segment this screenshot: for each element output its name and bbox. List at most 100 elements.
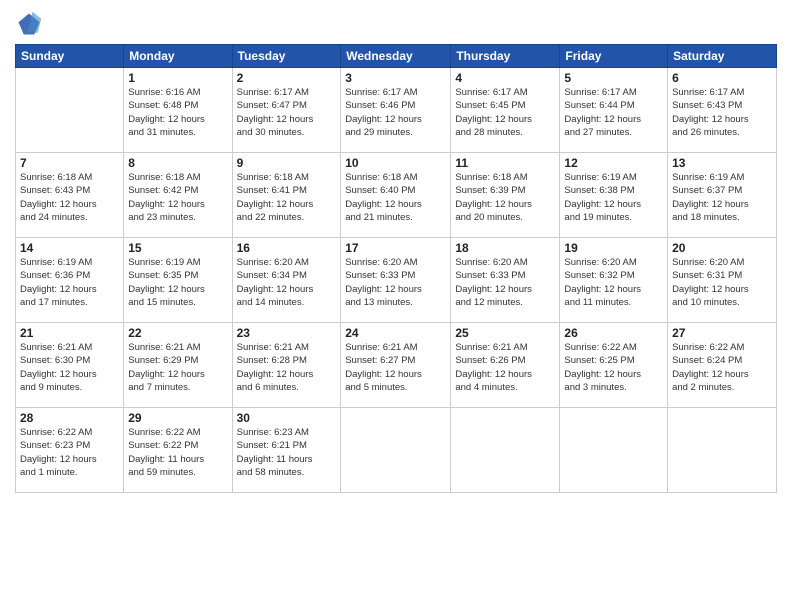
week-row-4: 28Sunrise: 6:22 AM Sunset: 6:23 PM Dayli… bbox=[16, 408, 777, 493]
day-info: Sunrise: 6:21 AM Sunset: 6:29 PM Dayligh… bbox=[128, 341, 227, 394]
day-number: 24 bbox=[345, 326, 446, 340]
day-info: Sunrise: 6:18 AM Sunset: 6:42 PM Dayligh… bbox=[128, 171, 227, 224]
calendar-cell: 9Sunrise: 6:18 AM Sunset: 6:41 PM Daylig… bbox=[232, 153, 341, 238]
day-info: Sunrise: 6:23 AM Sunset: 6:21 PM Dayligh… bbox=[237, 426, 337, 479]
week-row-1: 7Sunrise: 6:18 AM Sunset: 6:43 PM Daylig… bbox=[16, 153, 777, 238]
calendar-cell bbox=[668, 408, 777, 493]
day-info: Sunrise: 6:22 AM Sunset: 6:23 PM Dayligh… bbox=[20, 426, 119, 479]
day-number: 11 bbox=[455, 156, 555, 170]
calendar-cell: 4Sunrise: 6:17 AM Sunset: 6:45 PM Daylig… bbox=[451, 68, 560, 153]
day-number: 3 bbox=[345, 71, 446, 85]
page: Sunday Monday Tuesday Wednesday Thursday… bbox=[0, 0, 792, 612]
day-info: Sunrise: 6:20 AM Sunset: 6:34 PM Dayligh… bbox=[237, 256, 337, 309]
calendar-cell: 2Sunrise: 6:17 AM Sunset: 6:47 PM Daylig… bbox=[232, 68, 341, 153]
header bbox=[15, 10, 777, 38]
header-thursday: Thursday bbox=[451, 45, 560, 68]
day-number: 13 bbox=[672, 156, 772, 170]
calendar-cell: 11Sunrise: 6:18 AM Sunset: 6:39 PM Dayli… bbox=[451, 153, 560, 238]
day-info: Sunrise: 6:20 AM Sunset: 6:32 PM Dayligh… bbox=[564, 256, 663, 309]
calendar-cell: 28Sunrise: 6:22 AM Sunset: 6:23 PM Dayli… bbox=[16, 408, 124, 493]
calendar-cell: 25Sunrise: 6:21 AM Sunset: 6:26 PM Dayli… bbox=[451, 323, 560, 408]
calendar-cell bbox=[560, 408, 668, 493]
day-number: 27 bbox=[672, 326, 772, 340]
day-info: Sunrise: 6:18 AM Sunset: 6:39 PM Dayligh… bbox=[455, 171, 555, 224]
day-info: Sunrise: 6:19 AM Sunset: 6:35 PM Dayligh… bbox=[128, 256, 227, 309]
day-info: Sunrise: 6:22 AM Sunset: 6:24 PM Dayligh… bbox=[672, 341, 772, 394]
calendar-body: 1Sunrise: 6:16 AM Sunset: 6:48 PM Daylig… bbox=[16, 68, 777, 493]
day-number: 9 bbox=[237, 156, 337, 170]
calendar-cell: 10Sunrise: 6:18 AM Sunset: 6:40 PM Dayli… bbox=[341, 153, 451, 238]
calendar-table: Sunday Monday Tuesday Wednesday Thursday… bbox=[15, 44, 777, 493]
day-number: 26 bbox=[564, 326, 663, 340]
day-info: Sunrise: 6:19 AM Sunset: 6:36 PM Dayligh… bbox=[20, 256, 119, 309]
calendar-cell: 23Sunrise: 6:21 AM Sunset: 6:28 PM Dayli… bbox=[232, 323, 341, 408]
calendar-cell: 22Sunrise: 6:21 AM Sunset: 6:29 PM Dayli… bbox=[124, 323, 232, 408]
calendar-cell: 15Sunrise: 6:19 AM Sunset: 6:35 PM Dayli… bbox=[124, 238, 232, 323]
calendar-cell: 14Sunrise: 6:19 AM Sunset: 6:36 PM Dayli… bbox=[16, 238, 124, 323]
day-info: Sunrise: 6:17 AM Sunset: 6:47 PM Dayligh… bbox=[237, 86, 337, 139]
calendar-cell: 19Sunrise: 6:20 AM Sunset: 6:32 PM Dayli… bbox=[560, 238, 668, 323]
week-row-2: 14Sunrise: 6:19 AM Sunset: 6:36 PM Dayli… bbox=[16, 238, 777, 323]
week-row-0: 1Sunrise: 6:16 AM Sunset: 6:48 PM Daylig… bbox=[16, 68, 777, 153]
day-number: 16 bbox=[237, 241, 337, 255]
day-info: Sunrise: 6:19 AM Sunset: 6:38 PM Dayligh… bbox=[564, 171, 663, 224]
day-number: 28 bbox=[20, 411, 119, 425]
calendar-cell: 17Sunrise: 6:20 AM Sunset: 6:33 PM Dayli… bbox=[341, 238, 451, 323]
day-info: Sunrise: 6:17 AM Sunset: 6:43 PM Dayligh… bbox=[672, 86, 772, 139]
day-info: Sunrise: 6:21 AM Sunset: 6:28 PM Dayligh… bbox=[237, 341, 337, 394]
day-number: 19 bbox=[564, 241, 663, 255]
header-monday: Monday bbox=[124, 45, 232, 68]
day-number: 5 bbox=[564, 71, 663, 85]
calendar-cell: 20Sunrise: 6:20 AM Sunset: 6:31 PM Dayli… bbox=[668, 238, 777, 323]
calendar-cell bbox=[16, 68, 124, 153]
calendar-cell: 7Sunrise: 6:18 AM Sunset: 6:43 PM Daylig… bbox=[16, 153, 124, 238]
day-info: Sunrise: 6:17 AM Sunset: 6:46 PM Dayligh… bbox=[345, 86, 446, 139]
day-number: 22 bbox=[128, 326, 227, 340]
day-info: Sunrise: 6:22 AM Sunset: 6:25 PM Dayligh… bbox=[564, 341, 663, 394]
calendar-cell: 1Sunrise: 6:16 AM Sunset: 6:48 PM Daylig… bbox=[124, 68, 232, 153]
calendar-cell: 3Sunrise: 6:17 AM Sunset: 6:46 PM Daylig… bbox=[341, 68, 451, 153]
day-number: 1 bbox=[128, 71, 227, 85]
week-row-3: 21Sunrise: 6:21 AM Sunset: 6:30 PM Dayli… bbox=[16, 323, 777, 408]
day-number: 30 bbox=[237, 411, 337, 425]
day-info: Sunrise: 6:17 AM Sunset: 6:45 PM Dayligh… bbox=[455, 86, 555, 139]
calendar-cell: 6Sunrise: 6:17 AM Sunset: 6:43 PM Daylig… bbox=[668, 68, 777, 153]
day-info: Sunrise: 6:18 AM Sunset: 6:41 PM Dayligh… bbox=[237, 171, 337, 224]
day-number: 6 bbox=[672, 71, 772, 85]
calendar-cell: 27Sunrise: 6:22 AM Sunset: 6:24 PM Dayli… bbox=[668, 323, 777, 408]
calendar-cell: 5Sunrise: 6:17 AM Sunset: 6:44 PM Daylig… bbox=[560, 68, 668, 153]
day-number: 20 bbox=[672, 241, 772, 255]
calendar-cell: 29Sunrise: 6:22 AM Sunset: 6:22 PM Dayli… bbox=[124, 408, 232, 493]
day-info: Sunrise: 6:19 AM Sunset: 6:37 PM Dayligh… bbox=[672, 171, 772, 224]
calendar-cell bbox=[451, 408, 560, 493]
day-info: Sunrise: 6:21 AM Sunset: 6:27 PM Dayligh… bbox=[345, 341, 446, 394]
day-number: 17 bbox=[345, 241, 446, 255]
calendar-cell: 13Sunrise: 6:19 AM Sunset: 6:37 PM Dayli… bbox=[668, 153, 777, 238]
calendar-cell: 8Sunrise: 6:18 AM Sunset: 6:42 PM Daylig… bbox=[124, 153, 232, 238]
day-info: Sunrise: 6:17 AM Sunset: 6:44 PM Dayligh… bbox=[564, 86, 663, 139]
day-number: 4 bbox=[455, 71, 555, 85]
day-number: 12 bbox=[564, 156, 663, 170]
day-info: Sunrise: 6:22 AM Sunset: 6:22 PM Dayligh… bbox=[128, 426, 227, 479]
day-info: Sunrise: 6:18 AM Sunset: 6:40 PM Dayligh… bbox=[345, 171, 446, 224]
day-number: 25 bbox=[455, 326, 555, 340]
day-number: 23 bbox=[237, 326, 337, 340]
calendar-cell: 26Sunrise: 6:22 AM Sunset: 6:25 PM Dayli… bbox=[560, 323, 668, 408]
day-info: Sunrise: 6:21 AM Sunset: 6:26 PM Dayligh… bbox=[455, 341, 555, 394]
days-header-row: Sunday Monday Tuesday Wednesday Thursday… bbox=[16, 45, 777, 68]
day-info: Sunrise: 6:21 AM Sunset: 6:30 PM Dayligh… bbox=[20, 341, 119, 394]
logo bbox=[15, 10, 47, 38]
day-number: 18 bbox=[455, 241, 555, 255]
day-info: Sunrise: 6:18 AM Sunset: 6:43 PM Dayligh… bbox=[20, 171, 119, 224]
header-friday: Friday bbox=[560, 45, 668, 68]
header-tuesday: Tuesday bbox=[232, 45, 341, 68]
header-saturday: Saturday bbox=[668, 45, 777, 68]
calendar-cell bbox=[341, 408, 451, 493]
day-info: Sunrise: 6:20 AM Sunset: 6:33 PM Dayligh… bbox=[345, 256, 446, 309]
day-number: 7 bbox=[20, 156, 119, 170]
day-number: 14 bbox=[20, 241, 119, 255]
day-number: 10 bbox=[345, 156, 446, 170]
day-number: 15 bbox=[128, 241, 227, 255]
header-sunday: Sunday bbox=[16, 45, 124, 68]
calendar-cell: 12Sunrise: 6:19 AM Sunset: 6:38 PM Dayli… bbox=[560, 153, 668, 238]
